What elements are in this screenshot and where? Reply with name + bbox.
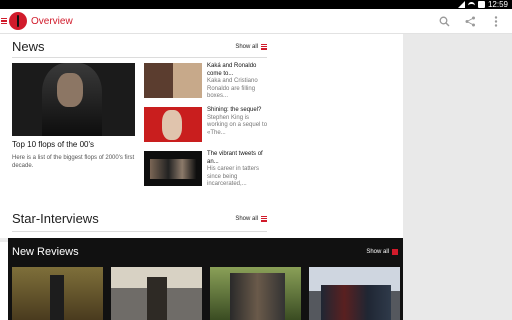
lead-article-title: Top 10 flops of the 00's xyxy=(12,140,95,149)
signal-icon xyxy=(457,1,465,8)
news-title: News xyxy=(12,39,45,54)
star-interviews-title: Star-Interviews xyxy=(12,211,99,226)
menu-icon[interactable] xyxy=(1,17,7,25)
new-reviews-section: New Reviews Show all xyxy=(8,238,403,320)
news-item-title: The vibrant tweets of an... xyxy=(207,151,263,165)
review-thumbnail[interactable] xyxy=(111,267,202,320)
battery-icon xyxy=(477,1,485,8)
app-bar: Overview xyxy=(0,9,512,34)
news-show-all[interactable]: Show all xyxy=(235,43,267,50)
grid-icon xyxy=(261,43,267,50)
show-all-label: Show all xyxy=(235,215,258,222)
lead-article[interactable]: Top 10 flops of the 00's Here is a list … xyxy=(12,63,135,170)
clock: 12:59 xyxy=(487,0,508,9)
show-all-label: Show all xyxy=(235,43,258,50)
status-bar: 12:59 xyxy=(0,0,512,9)
news-item-image xyxy=(144,63,202,98)
review-thumbnail[interactable] xyxy=(12,267,103,320)
side-panel xyxy=(403,34,512,320)
news-item-title: Shining: the sequel? xyxy=(207,107,262,113)
grid-icon xyxy=(261,215,267,222)
app-title: Overview xyxy=(31,15,73,27)
star-interviews-header: Star-Interviews Show all xyxy=(12,206,267,232)
review-thumbnail[interactable] xyxy=(210,267,301,320)
search-icon[interactable] xyxy=(438,15,450,27)
share-icon[interactable] xyxy=(464,15,476,27)
news-item-image xyxy=(144,107,202,142)
reviews-show-all[interactable]: Show all xyxy=(366,249,398,255)
news-item[interactable]: Shining: the sequel? Stephen King is wor… xyxy=(144,107,269,142)
news-item-body: Stephen King is working on a sequel to «… xyxy=(207,114,268,136)
star-interviews-show-all[interactable]: Show all xyxy=(235,215,267,222)
more-vert-icon[interactable] xyxy=(490,15,502,27)
grid-icon xyxy=(392,249,398,255)
news-item[interactable]: The vibrant tweets of an... His career i… xyxy=(144,151,269,187)
wifi-icon xyxy=(467,2,475,9)
news-header: News Show all xyxy=(12,36,267,58)
news-item-image xyxy=(144,151,202,186)
new-reviews-title: New Reviews xyxy=(12,246,79,258)
app-logo[interactable] xyxy=(9,12,27,30)
show-all-label: Show all xyxy=(366,249,389,255)
news-item-body: Kaka and Cristiano Ronaldo are filling b… xyxy=(207,78,258,99)
review-thumbnail[interactable] xyxy=(309,267,400,320)
news-item[interactable]: Kaká and Ronaldo come to... Kaka and Cri… xyxy=(144,63,269,99)
lead-article-image xyxy=(12,63,135,136)
news-item-title: Kaká and Ronaldo come to... xyxy=(207,63,257,77)
lead-article-text: Here is a list of the biggest flops of 2… xyxy=(12,155,135,169)
news-item-body: His career in tatters since being incarc… xyxy=(207,166,260,187)
